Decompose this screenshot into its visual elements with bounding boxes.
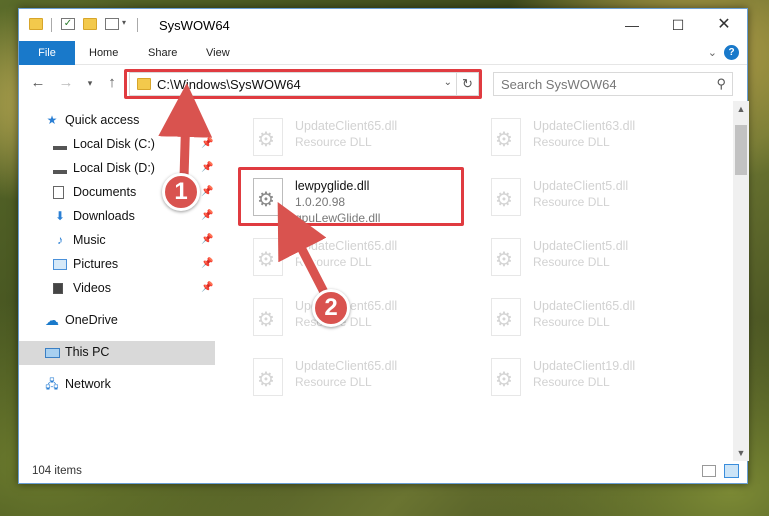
annotation-arrows — [158, 83, 333, 303]
step-badge-1: 1 — [162, 173, 200, 211]
step-badge-2: 2 — [312, 289, 350, 327]
arrow-2 — [277, 201, 331, 299]
arrow-1 — [158, 83, 213, 179]
